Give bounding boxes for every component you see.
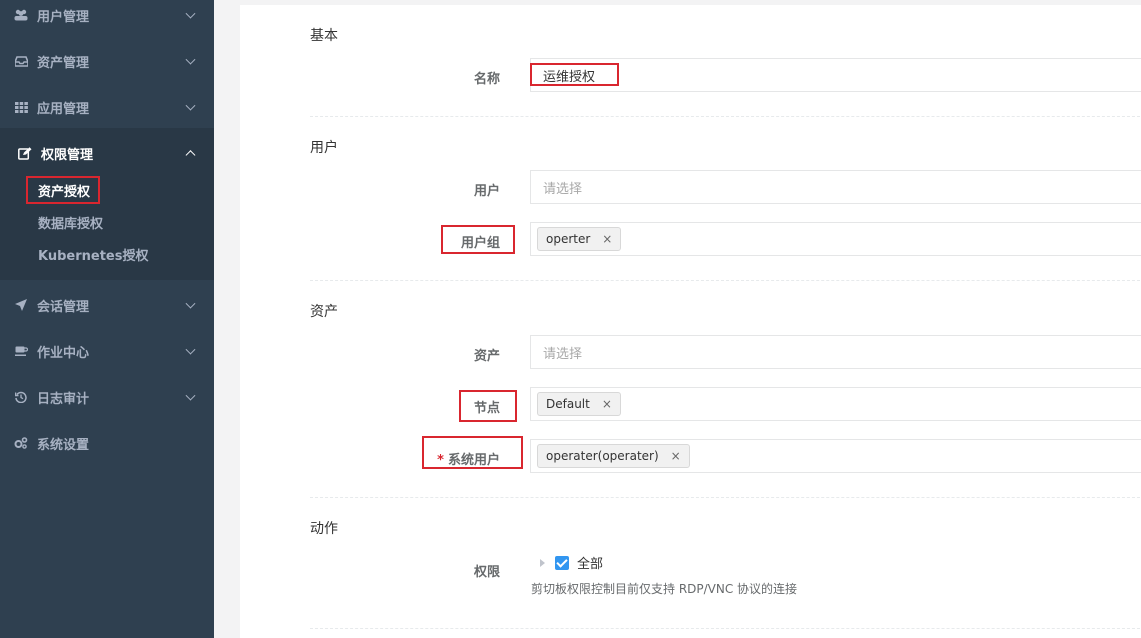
sidebar: 用户管理 资产管理 应用管理 权限管理 资产授权 数据库授权 Kubernete… (0, 0, 214, 638)
section-divider (310, 497, 1141, 498)
nav-label: 日志审计 (37, 391, 90, 407)
all-permission-checkbox[interactable] (555, 555, 569, 570)
section-title-basic: 基本 (310, 28, 338, 44)
chevron-down-icon (185, 100, 196, 111)
tag-label: operater(operater) (546, 449, 659, 463)
chevron-up-icon (185, 150, 196, 161)
permission-form-panel: 基本 名称 运维授权 用户 用户 请选择 用户组 operter × 资产 资产… (240, 5, 1141, 638)
sub-item-database-permission[interactable]: 数据库授权 (38, 213, 103, 232)
node-tag: Default × (537, 392, 621, 416)
nav-asset-management[interactable]: 资产管理 (0, 38, 214, 84)
chevron-down-icon (185, 298, 196, 309)
rocket-icon (14, 298, 28, 312)
user-label: 用户 (473, 184, 500, 199)
chevron-down-icon (185, 390, 196, 401)
section-divider (310, 116, 1141, 117)
section-divider (310, 628, 1141, 629)
highlight-box (441, 225, 515, 254)
highlight-box (422, 436, 523, 469)
name-label: 名称 (473, 72, 500, 87)
gears-icon (14, 436, 28, 450)
asset-select-placeholder: 请选择 (543, 346, 583, 362)
nav-label: 作业中心 (37, 345, 90, 361)
users-icon (14, 8, 28, 22)
nav-label: 应用管理 (37, 101, 90, 117)
nav-app-management[interactable]: 应用管理 (0, 84, 214, 130)
sub-item-kubernetes-permission[interactable]: Kubernetes授权 (38, 245, 148, 264)
nav-permission-management[interactable]: 权限管理 (4, 130, 218, 176)
section-title-asset: 资产 (310, 304, 338, 320)
system-user-tag: operater(operater) × (537, 444, 690, 468)
chevron-down-icon (185, 54, 196, 65)
user-select[interactable]: 请选择 (530, 170, 1141, 204)
nav-label: 用户管理 (37, 9, 90, 25)
user-group-select[interactable]: operter × (530, 222, 1141, 256)
chevron-down-icon (185, 344, 196, 355)
nav-system-settings[interactable]: 系统设置 (0, 420, 214, 466)
caret-right-icon[interactable] (540, 558, 545, 567)
asset-label: 资产 (473, 349, 500, 364)
asset-select[interactable]: 请选择 (530, 335, 1141, 369)
user-select-placeholder: 请选择 (543, 181, 583, 197)
nav-log-audit[interactable]: 日志审计 (0, 374, 214, 420)
section-title-action: 动作 (310, 521, 338, 537)
tag-remove-icon[interactable]: × (671, 449, 681, 463)
nav-label: 资产管理 (37, 55, 90, 71)
inbox-icon (14, 54, 28, 68)
highlight-box (530, 63, 619, 86)
chevron-down-icon (185, 8, 196, 19)
highlight-box (459, 390, 517, 422)
nav-label: 系统设置 (37, 437, 90, 453)
nav-session-management[interactable]: 会话管理 (0, 282, 214, 328)
section-divider (310, 280, 1141, 281)
all-permission-label: 全部 (577, 557, 604, 572)
tag-remove-icon[interactable]: × (602, 232, 612, 246)
coffee-icon (14, 344, 28, 358)
permission-label: 权限 (473, 565, 500, 580)
th-icon (14, 100, 28, 114)
user-group-tag: operter × (537, 227, 622, 251)
nav-label: 会话管理 (37, 299, 90, 315)
nav-user-management[interactable]: 用户管理 (0, 0, 214, 38)
name-input[interactable]: 运维授权 (530, 58, 1141, 92)
highlight-box (26, 176, 100, 204)
node-select[interactable]: Default × (530, 387, 1141, 421)
nav-label: 权限管理 (41, 147, 94, 163)
permission-tree-all[interactable]: 全部 (540, 553, 603, 572)
edit-icon (18, 146, 32, 160)
tag-remove-icon[interactable]: × (602, 397, 612, 411)
tag-label: Default (546, 397, 590, 411)
system-user-select[interactable]: operater(operater) × (530, 439, 1141, 473)
tag-label: operter (546, 232, 591, 246)
section-title-user: 用户 (310, 140, 338, 156)
history-icon (14, 390, 28, 404)
nav-job-center[interactable]: 作业中心 (0, 328, 214, 374)
permission-help-text: 剪切板权限控制目前仅支持 RDP/VNC 协议的连接 (531, 582, 798, 596)
